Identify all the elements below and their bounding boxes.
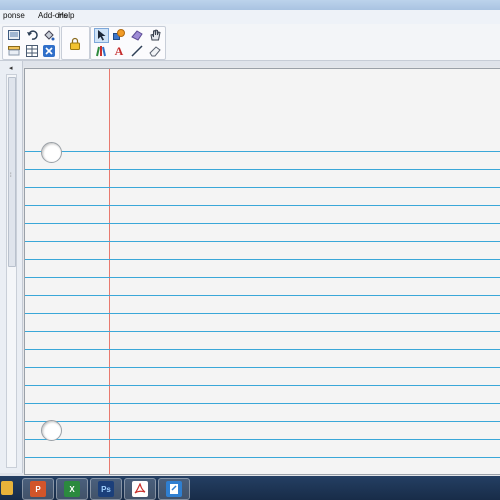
ruled-line (25, 367, 500, 368)
ruled-line (25, 457, 500, 458)
toolbar: A (0, 24, 500, 61)
excel-icon: X (64, 481, 80, 497)
ruled-line (25, 205, 500, 206)
ruled-line (25, 313, 500, 314)
toolbar-group-page (2, 26, 60, 60)
toolbar-group-lock (61, 26, 90, 60)
ruled-line (25, 421, 500, 422)
taskbar-excel[interactable]: X (56, 478, 88, 500)
sidebar-scrollbar[interactable]: ⁞ (6, 74, 17, 468)
binder-hole (41, 142, 62, 163)
table-icon[interactable] (25, 44, 39, 58)
ruled-line (25, 223, 500, 224)
powerpoint-icon: P (30, 481, 46, 497)
acrobat-icon (132, 481, 148, 497)
ruled-line (25, 403, 500, 404)
capture-icon[interactable] (7, 28, 21, 42)
lock-icon[interactable] (68, 36, 82, 50)
taskbar: P X Ps (0, 476, 500, 500)
ruled-line (25, 169, 500, 170)
taskbar-photoshop[interactable]: Ps (90, 478, 122, 500)
pens-icon[interactable] (94, 44, 108, 58)
ruled-line (25, 277, 500, 278)
folder-icon (1, 481, 13, 495)
ruled-line (25, 187, 500, 188)
photoshop-icon: Ps (98, 481, 114, 497)
binder-hole (41, 420, 62, 441)
notebook-icon (166, 481, 182, 497)
screen-shade-icon[interactable] (7, 44, 21, 58)
text-icon[interactable]: A (112, 44, 126, 58)
menu-bar: ponse Add-ons Help (0, 10, 500, 25)
menu-response[interactable]: ponse (1, 11, 27, 20)
sidebar-scroll-thumb[interactable]: ⁞ (8, 77, 16, 267)
toolbar-group-tools: A (90, 26, 166, 60)
undo-icon[interactable] (25, 28, 39, 42)
collapse-sidebar-icon[interactable]: ◂ (9, 64, 13, 72)
taskbar-notebook[interactable] (158, 478, 190, 500)
window-titlebar (0, 0, 500, 10)
taskbar-powerpoint[interactable]: P (22, 478, 54, 500)
ruled-line (25, 259, 500, 260)
eraser-icon[interactable] (130, 28, 144, 42)
ruled-line (25, 439, 500, 440)
line-icon[interactable] (130, 44, 144, 58)
fill-icon[interactable] (42, 28, 56, 42)
scroll-grip-icon: ⁞ (10, 173, 12, 179)
taskbar-folder[interactable] (0, 478, 14, 498)
taskbar-acrobat[interactable] (124, 478, 156, 500)
ruled-line (25, 331, 500, 332)
notebook-canvas[interactable] (24, 68, 500, 475)
ruled-line (25, 385, 500, 386)
menu-help[interactable]: Help (56, 11, 76, 20)
shapes-icon[interactable] (112, 28, 126, 42)
delete-icon[interactable] (42, 44, 56, 58)
ruled-line (25, 349, 500, 350)
ruled-line (25, 151, 500, 152)
hand-icon[interactable] (148, 28, 162, 42)
ruled-line (25, 241, 500, 242)
select-arrow-icon[interactable] (94, 28, 109, 43)
margin-line (109, 69, 110, 474)
ruled-line (25, 295, 500, 296)
clear-icon[interactable] (148, 44, 162, 58)
